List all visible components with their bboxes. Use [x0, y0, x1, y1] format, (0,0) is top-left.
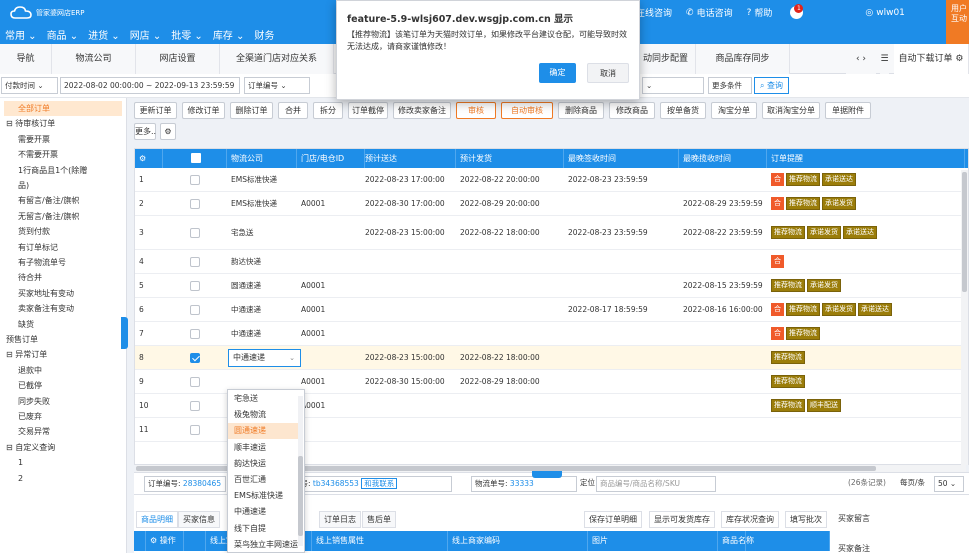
- confirm-dialog: feature-5.9-wlsj607.dev.wsgjp.com.cn 显示 …: [336, 0, 640, 100]
- dialog-cancel-button[interactable]: 取消: [587, 63, 629, 83]
- dialog-ok-button[interactable]: 确定: [539, 63, 576, 83]
- dialog-title: feature-5.9-wlsj607.dev.wsgjp.com.cn 显示: [347, 14, 574, 25]
- dialog-message: 【推荐物流】该笔订单为天猫时效订单，如果修改平台建议仓配，可能导致时效无法达成，…: [347, 30, 627, 51]
